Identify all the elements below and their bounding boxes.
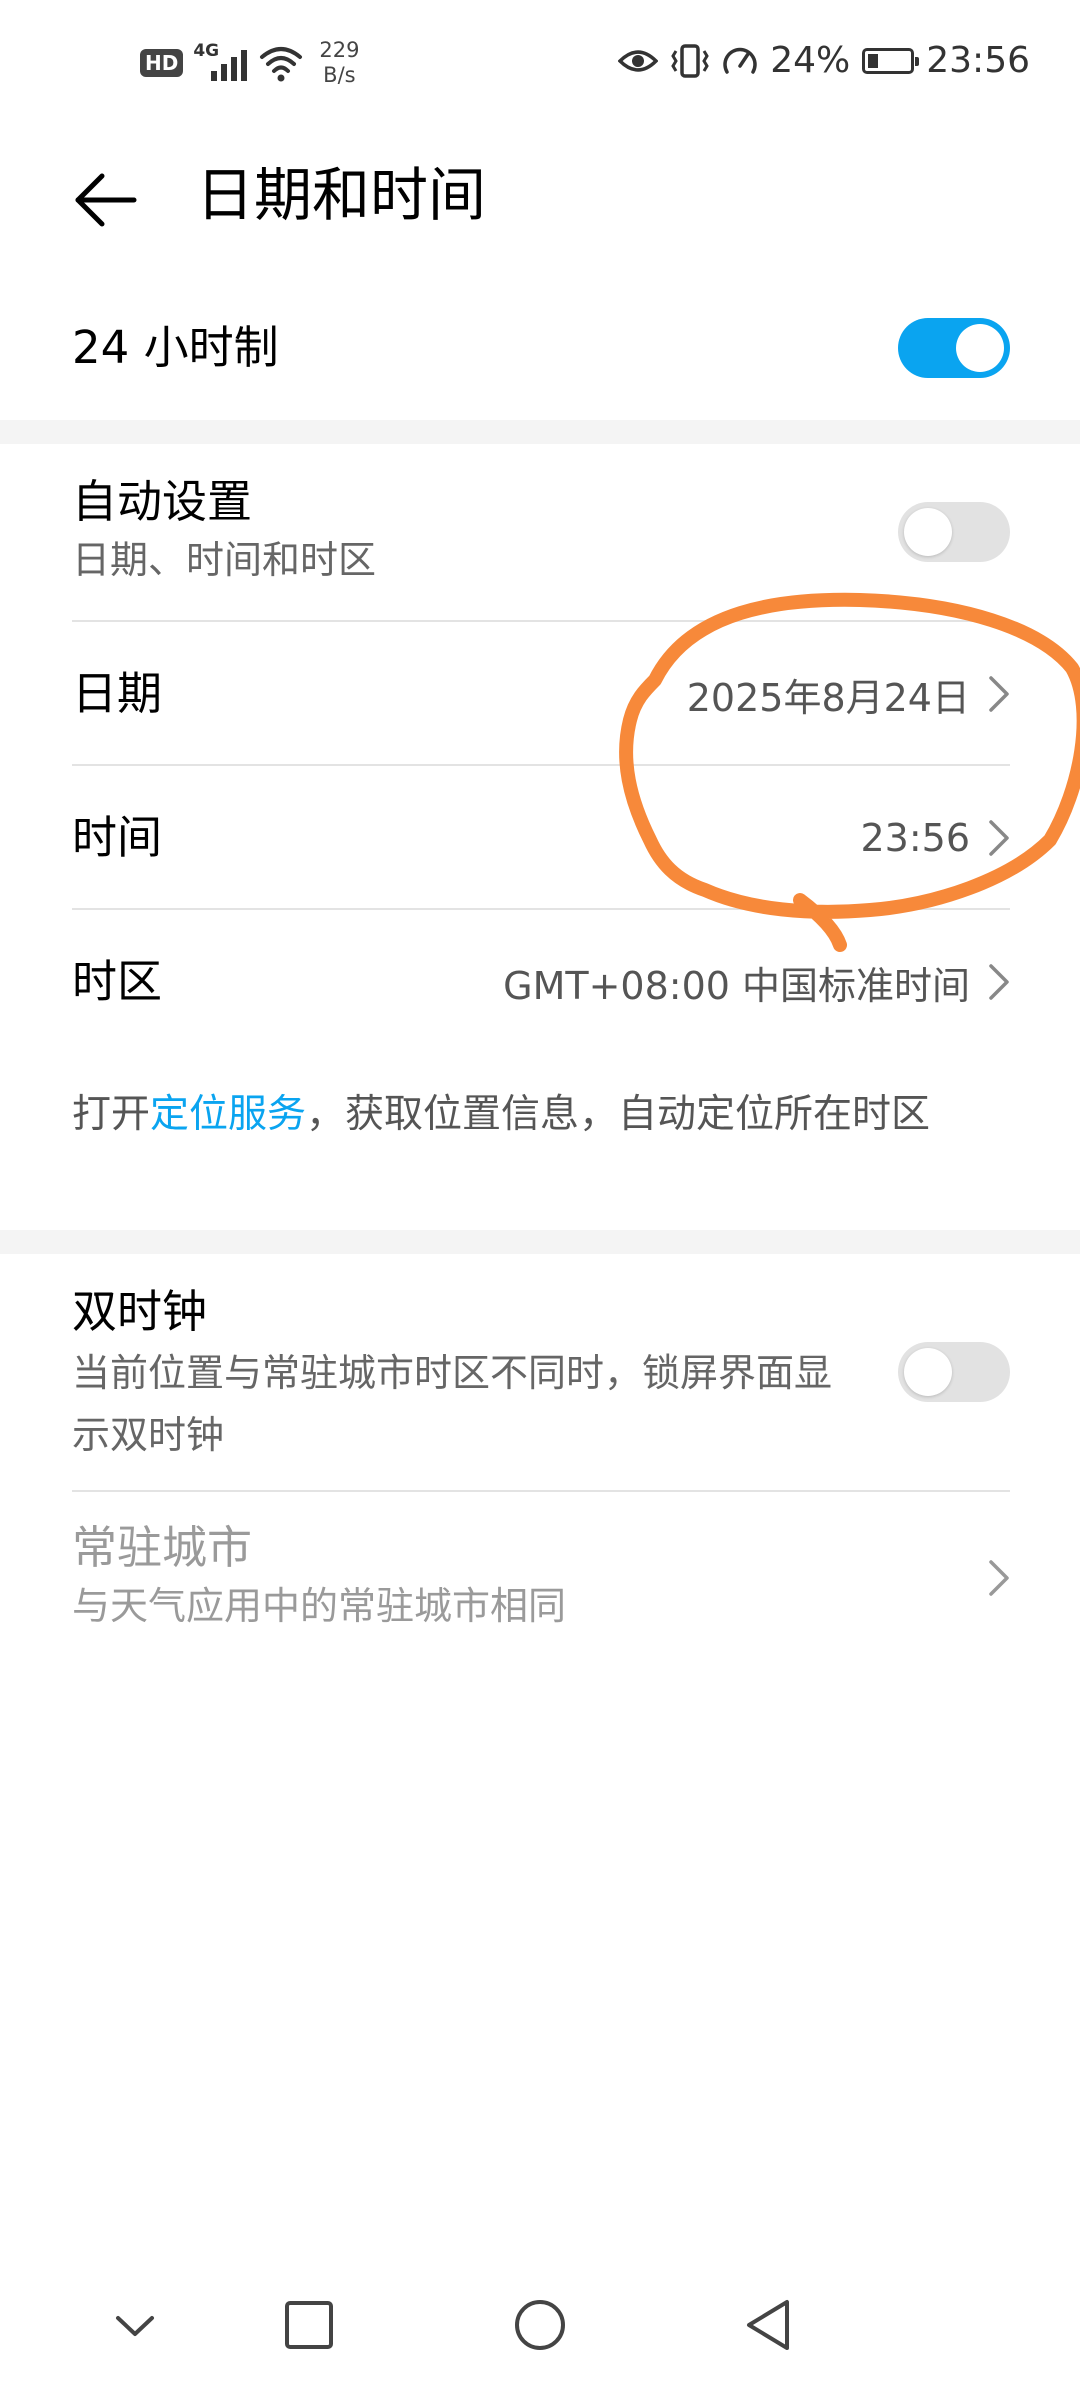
annotation-circle (619, 592, 1080, 952)
back-icon[interactable] (735, 2290, 805, 2360)
navigation-bar (0, 2260, 1080, 2400)
chevron-down-icon[interactable] (100, 2290, 170, 2360)
home-icon[interactable] (505, 2290, 575, 2360)
recents-icon[interactable] (274, 2290, 344, 2360)
